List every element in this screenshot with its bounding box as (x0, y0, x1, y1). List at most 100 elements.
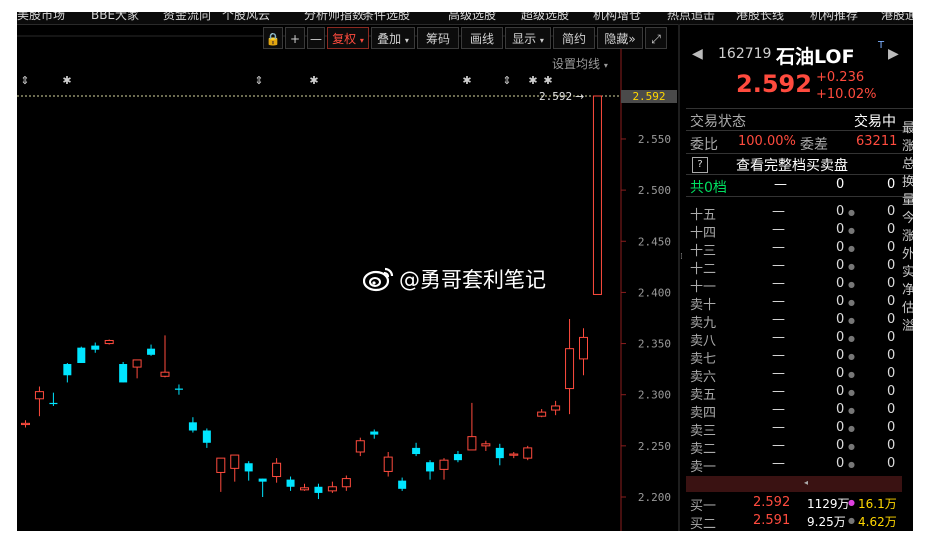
candle[interactable] (579, 328, 588, 376)
hide-label: 隐藏 (604, 32, 629, 46)
zoom-in-button[interactable]: + (285, 27, 305, 49)
ask-row[interactable]: 卖一 —0 ● 0 (686, 456, 913, 475)
candle[interactable] (426, 460, 435, 480)
ask-row[interactable]: 十三 —0 ● 0 (686, 240, 913, 259)
info-strip-char: 总 (902, 157, 913, 172)
event-marker-icon: ✱ (528, 74, 537, 87)
ask-row[interactable]: 卖八 —0 ● 0 (686, 330, 913, 349)
candle[interactable] (565, 319, 575, 415)
candle[interactable] (327, 481, 337, 493)
level-count: 16.1万 (858, 497, 897, 511)
bid-row[interactable]: 买二 2.591 9.25万 ● 4.62万 (686, 513, 913, 531)
ask-row[interactable]: 十一 —0 ● 0 (686, 276, 913, 295)
candle[interactable] (160, 335, 170, 378)
full-depth-link[interactable]: 查看完整档买卖盘 (736, 155, 848, 175)
candle[interactable] (523, 445, 533, 461)
ask-row[interactable]: 卖二 —0 ● 0 (686, 438, 913, 457)
ask-row[interactable]: 十五 —0 ● 0 (686, 204, 913, 223)
ma-setting-dropdown[interactable]: 设置均线 ▾ (552, 55, 608, 72)
menu-item[interactable]: 港股通 (881, 12, 913, 23)
candle[interactable] (91, 342, 100, 353)
ask-row[interactable]: 十四 —0 ● 0 (686, 222, 913, 241)
candle[interactable] (509, 451, 519, 459)
candle-body (174, 388, 183, 390)
candle[interactable] (355, 437, 365, 457)
ask-row[interactable]: 卖七 —0 ● 0 (686, 348, 913, 367)
candle[interactable] (132, 359, 142, 379)
candle[interactable] (398, 477, 407, 491)
level-volume: 0 (836, 420, 845, 435)
panel-divider[interactable] (678, 24, 680, 531)
help-icon[interactable]: ? (692, 157, 708, 173)
total-dash: — (774, 177, 787, 192)
level-volume: 0 (836, 438, 845, 453)
candle[interactable] (230, 454, 240, 482)
candle-body (355, 440, 365, 453)
zoom-out-button[interactable]: — (307, 27, 325, 49)
level-price: — (772, 402, 785, 417)
candle[interactable] (537, 409, 547, 418)
ask-row[interactable]: 十二 —0 ● 0 (686, 258, 913, 277)
candle[interactable] (481, 440, 491, 451)
candle[interactable] (314, 483, 323, 500)
candle[interactable] (272, 458, 282, 483)
lock-button[interactable]: 🔒 (263, 27, 283, 49)
candle[interactable] (216, 457, 226, 492)
candle[interactable] (63, 362, 72, 383)
hide-button[interactable]: 隐藏» (597, 27, 643, 49)
menu-item[interactable]: 港股长线 (736, 12, 784, 23)
candle[interactable] (467, 402, 477, 451)
level-price: — (772, 222, 785, 237)
chips-button[interactable]: 筹码 (417, 27, 459, 49)
ask-row[interactable]: 卖四 —0 ● 0 (686, 402, 913, 421)
candle[interactable] (119, 361, 128, 383)
candle[interactable] (49, 392, 58, 406)
candle[interactable] (104, 339, 114, 345)
ask-row[interactable]: 卖六 —0 ● 0 (686, 366, 913, 385)
draw-line-button[interactable]: 画线 (461, 27, 503, 49)
candle[interactable] (188, 417, 197, 433)
candle[interactable] (258, 478, 267, 497)
candle[interactable] (202, 428, 211, 448)
candle[interactable] (34, 386, 44, 417)
candle-body (453, 454, 462, 461)
menu-item[interactable]: 机构推荐 (810, 12, 858, 23)
candle[interactable] (453, 450, 462, 463)
ask-row[interactable]: 卖十 —0 ● 0 (686, 294, 913, 313)
candle[interactable] (341, 475, 351, 491)
candle[interactable] (244, 461, 253, 481)
candle[interactable] (383, 451, 393, 477)
candle[interactable] (412, 442, 421, 457)
ask-row[interactable]: 卖九 —0 ● 0 (686, 312, 913, 331)
overlay-dropdown[interactable]: 叠加 ▾ (371, 27, 415, 49)
event-marker-icon: ✱ (62, 74, 71, 87)
candle[interactable] (439, 458, 449, 480)
candle[interactable] (147, 344, 156, 356)
candle[interactable] (551, 400, 561, 416)
level-price: 2.592 (753, 495, 791, 510)
fullscreen-icon[interactable]: ⤢ (645, 27, 667, 49)
candle[interactable] (21, 420, 30, 428)
info-strip-char: 最 (902, 121, 913, 136)
candle[interactable] (174, 384, 183, 395)
level-label: 十三 (690, 244, 717, 259)
candle[interactable] (370, 429, 379, 439)
candlestick-chart[interactable]: 2.550 2.500 2.450 2.400 2.350 2.300 2.250 2.200… (17, 12, 679, 531)
candle[interactable] (300, 483, 309, 491)
bid-row[interactable]: 买一 2.592 1129万 ● 16.1万 (686, 495, 913, 514)
dot-icon: ● (848, 262, 855, 271)
candle[interactable] (77, 346, 86, 363)
candle[interactable] (592, 95, 602, 295)
simple-mode-button[interactable]: 简约 (553, 27, 595, 49)
prev-stock-icon[interactable]: ◀ (692, 46, 703, 62)
display-dropdown[interactable]: 显示 ▾ (505, 27, 551, 49)
price-tick-label: 2.350 (638, 338, 671, 351)
level-label: 十二 (690, 262, 717, 277)
candle[interactable] (495, 443, 504, 466)
next-stock-icon[interactable]: ▶ (888, 46, 899, 62)
rights-adjust-dropdown[interactable]: 复权 ▾ (327, 27, 369, 49)
ask-row[interactable]: 卖三 —0 ● 0 (686, 420, 913, 439)
ask-row[interactable]: 卖五 —0 ● 0 (686, 384, 913, 403)
weibo-icon (363, 267, 394, 292)
candle[interactable] (286, 476, 295, 491)
